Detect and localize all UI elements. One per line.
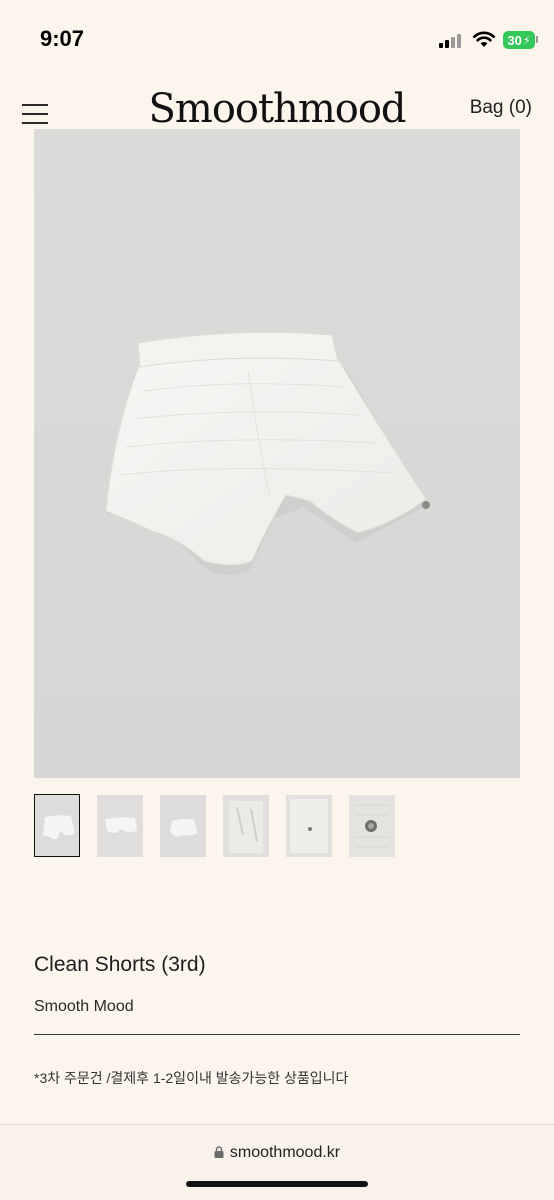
thumbnail-1[interactable] [34,794,80,857]
bag-link[interactable]: Bag (0) [470,97,532,119]
shorts-image [34,129,520,778]
thumbnail-2[interactable] [97,795,143,857]
thumbnail-3[interactable] [160,795,206,857]
battery-level: 30 [507,32,522,48]
home-indicator[interactable] [186,1181,368,1187]
thumbnail-strip [34,794,520,857]
cellular-signal-icon [439,34,465,48]
main-product-image[interactable] [34,129,520,778]
site-header: Smoothmood Bag (0) [0,78,554,134]
battery-tip [536,36,538,43]
wifi-icon [472,30,496,53]
status-bar: 9:07 30 ⚡ [0,0,554,78]
product-brand[interactable]: Smooth Mood [34,998,134,1016]
divider [34,1034,520,1035]
thumbnail-4[interactable] [223,795,269,857]
browser-url-bar[interactable]: smoothmood.kr [0,1124,554,1200]
status-time: 9:07 [40,26,85,51]
url-text: smoothmood.kr [229,1144,341,1161]
battery-charging-icon: 30 ⚡ [503,31,535,49]
url-display[interactable]: smoothmood.kr [0,1144,554,1162]
lock-icon [214,1145,224,1158]
thumbnail-5[interactable] [286,795,332,857]
thumbnail-6[interactable] [349,795,395,857]
product-title: Clean Shorts (3rd) [34,953,206,976]
shipping-notice: *3차 주문건 /결제후 1-2일이내 발송가능한 상품입니다 [34,1070,349,1086]
